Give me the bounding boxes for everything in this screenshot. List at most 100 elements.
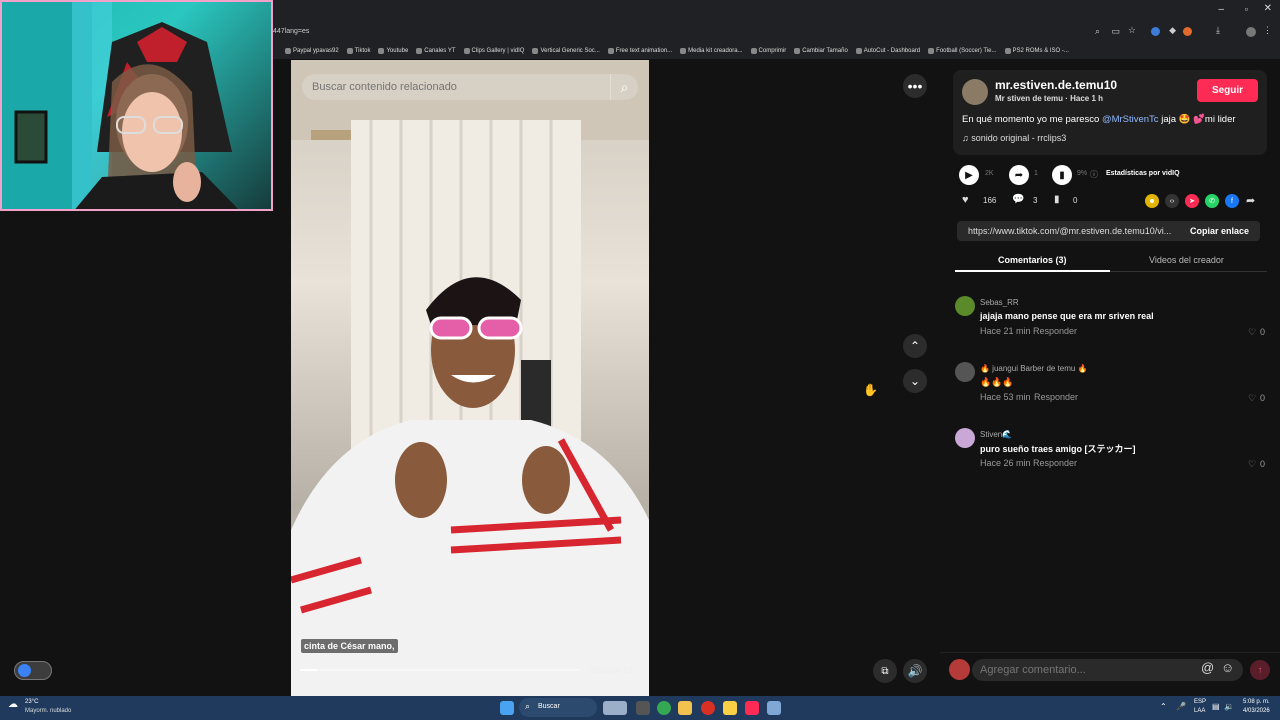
- extension-toggle[interactable]: [14, 661, 52, 680]
- comment-like-icon[interactable]: ♡: [1248, 327, 1256, 338]
- star-icon[interactable]: ☆: [1128, 25, 1136, 36]
- bookmark-item[interactable]: Cambiar Tamaño: [794, 47, 848, 54]
- bookmark-item[interactable]: Tiktok: [346, 47, 370, 54]
- search-icon[interactable]: ⌕: [610, 74, 638, 100]
- mini-player-icon[interactable]: ⧉: [873, 659, 897, 683]
- comment-author[interactable]: Stiven🌊: [980, 430, 1012, 439]
- bookmark-item[interactable]: Clips Gallery | vidIQ: [463, 47, 524, 54]
- friends-share-icon[interactable]: ☻: [1145, 194, 1159, 208]
- info-icon[interactable]: ⓘ: [1090, 169, 1098, 180]
- comment-author[interactable]: 🔥 juangui Barber de temu 🔥: [980, 364, 1088, 373]
- minimize-icon[interactable]: –: [1218, 4, 1224, 15]
- reply-button[interactable]: Responder: [1034, 392, 1078, 402]
- mention-link[interactable]: @MrStivenTc: [1102, 114, 1159, 125]
- weather-temp[interactable]: 23°C: [25, 699, 38, 705]
- bookmark-icon: [378, 47, 385, 54]
- sound-icon[interactable]: 🔉: [1224, 702, 1234, 711]
- start-icon[interactable]: [500, 701, 514, 715]
- previous-video-button[interactable]: ⌃: [903, 334, 927, 358]
- language-code[interactable]: ESP: [1194, 699, 1206, 705]
- reply-button[interactable]: Responder: [1033, 326, 1077, 336]
- like-icon[interactable]: ♥: [962, 194, 969, 206]
- bookmark-item[interactable]: Vertical Generic Soc...: [532, 47, 600, 54]
- taskbar-search[interactable]: ⌕ Buscar: [519, 698, 597, 717]
- comment-author[interactable]: Sebas_RR: [980, 298, 1019, 307]
- share-link-url[interactable]: https://www.tiktok.com/@mr.estiven.de.te…: [968, 226, 1178, 236]
- copy-link-button[interactable]: Copiar enlace: [1190, 226, 1249, 236]
- embed-icon[interactable]: ‹›: [1165, 194, 1179, 208]
- close-window-icon[interactable]: ✕: [1264, 3, 1272, 14]
- extension-icon[interactable]: [1151, 27, 1160, 36]
- sound-row[interactable]: ♫ sonido original - rrclips3: [962, 133, 1066, 143]
- install-icon[interactable]: ▭: [1111, 26, 1120, 37]
- comment-avatar[interactable]: [955, 362, 975, 382]
- tiktok-icon[interactable]: [745, 701, 759, 715]
- send-icon[interactable]: ➤: [1185, 194, 1199, 208]
- volume-icon[interactable]: 🔊: [903, 659, 927, 683]
- app-icon[interactable]: [701, 701, 715, 715]
- more-options-icon[interactable]: •••: [903, 74, 927, 98]
- bookmark-item[interactable]: AutoCut - Dashboard: [855, 47, 920, 54]
- network-icon[interactable]: ▤: [1212, 702, 1220, 711]
- task-view-icon[interactable]: [636, 701, 650, 715]
- maximize-icon[interactable]: ▫: [1245, 4, 1248, 14]
- bookmark-item[interactable]: PS2 ROMs & ISO -...: [1004, 47, 1069, 54]
- video-player[interactable]: [291, 60, 649, 696]
- share-count-icon: ➦: [1009, 165, 1029, 185]
- zoom-icon[interactable]: ⌕: [1095, 26, 1100, 37]
- author-avatar[interactable]: [962, 79, 988, 105]
- stats-percent: 9%: [1077, 170, 1088, 177]
- widgets-icon[interactable]: [603, 701, 627, 715]
- comment-text: puro sueño traes amigo [ステッカー]: [980, 444, 1136, 454]
- menu-icon[interactable]: ⋮: [1263, 25, 1272, 36]
- weather-icon: ☁: [8, 699, 18, 710]
- comment-time: Hace 53 min: [980, 392, 1031, 402]
- extension-icon-3[interactable]: [1183, 27, 1192, 36]
- tab-creator-videos[interactable]: Videos del creador: [1149, 255, 1224, 265]
- bookmark-label: Cambiar Tamaño: [802, 47, 848, 54]
- sticky-notes-icon[interactable]: [723, 701, 737, 715]
- send-comment-button[interactable]: ↑: [1250, 660, 1270, 680]
- chrome-icon[interactable]: [657, 701, 671, 715]
- toggle-icon: [18, 664, 31, 677]
- related-search-input[interactable]: [302, 74, 638, 100]
- video-time: 00:00/00:15: [590, 666, 633, 675]
- reply-button[interactable]: Responder: [1033, 458, 1077, 468]
- author-username[interactable]: mr.estiven.de.temu10: [995, 78, 1117, 92]
- file-explorer-icon[interactable]: [678, 701, 692, 715]
- extension-icon-2[interactable]: ◆: [1169, 25, 1176, 36]
- bookmark-item[interactable]: Canales YT: [416, 47, 456, 54]
- comment-avatar[interactable]: [955, 296, 975, 316]
- comment-like-icon[interactable]: ♡: [1248, 459, 1256, 470]
- facebook-icon[interactable]: f: [1225, 194, 1239, 208]
- address-bar[interactable]: 447lang=es ⌕ ▭ ☆ ◆ ⤓ ⋮: [273, 22, 1280, 42]
- bookmark-icon[interactable]: ▮: [1054, 194, 1060, 205]
- comment-icon[interactable]: 💬: [1012, 194, 1024, 205]
- bookmark-item[interactable]: Football (Soccer) Tie...: [928, 47, 997, 54]
- mention-icon[interactable]: @: [1201, 660, 1214, 675]
- clock-time[interactable]: 5:08 p. m.: [1243, 699, 1270, 705]
- video-progress-bar[interactable]: [300, 669, 580, 671]
- tab-comments[interactable]: Comentarios (3): [998, 255, 1067, 265]
- video-description: En qué momento yo me paresco @MrStivenTc…: [962, 114, 1236, 125]
- tray-arrow-icon[interactable]: ⌃: [1160, 702, 1167, 711]
- bookmark-item[interactable]: Youtube: [378, 47, 409, 54]
- profile-avatar[interactable]: [1246, 27, 1256, 37]
- share-more-icon[interactable]: ➦: [1246, 194, 1255, 207]
- comment-avatar[interactable]: [955, 428, 975, 448]
- mic-icon[interactable]: 🎤: [1176, 702, 1186, 711]
- emoji-icon[interactable]: ☺: [1221, 660, 1234, 675]
- whatsapp-icon[interactable]: ✆: [1205, 194, 1219, 208]
- app-icon-2[interactable]: [767, 701, 781, 715]
- bookmark-item[interactable]: Paypal ypavas92: [285, 47, 339, 54]
- bookmark-label: Youtube: [386, 47, 409, 54]
- like-count: 166: [983, 196, 997, 205]
- bookmark-item[interactable]: Media kit creadora...: [680, 47, 743, 54]
- bookmark-item[interactable]: Free text animation...: [607, 47, 672, 54]
- follow-button[interactable]: Seguir: [1197, 79, 1258, 102]
- comment-like-icon[interactable]: ♡: [1248, 393, 1256, 404]
- download-icon[interactable]: ⤓: [1216, 25, 1220, 36]
- bookmark-item[interactable]: Comprimir: [750, 47, 786, 54]
- next-video-button[interactable]: ⌄: [903, 369, 927, 393]
- user-avatar[interactable]: [949, 659, 970, 680]
